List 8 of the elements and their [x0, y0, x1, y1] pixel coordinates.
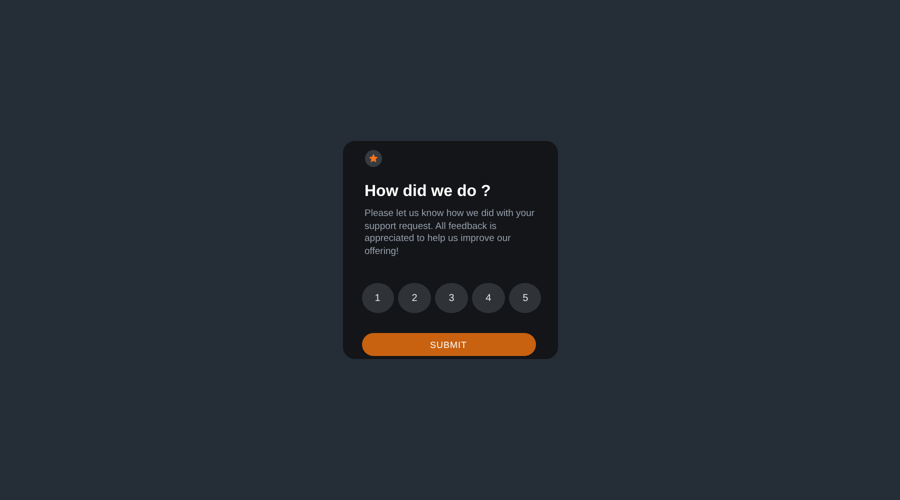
rating-button[interactable]: 5 — [509, 283, 542, 314]
card-title: How did we do ? — [364, 182, 492, 202]
rating-button[interactable]: 2 — [398, 283, 431, 314]
rating-button[interactable]: 3 — [435, 283, 468, 314]
submit-button[interactable]: SUBMIT — [362, 333, 536, 356]
rating-button[interactable]: 1 — [362, 283, 394, 314]
card-description: Please let us know how we did with your support request. All feedback is appreciated to help us improve our offering! — [364, 208, 536, 258]
rating-button[interactable]: 4 — [472, 283, 505, 314]
